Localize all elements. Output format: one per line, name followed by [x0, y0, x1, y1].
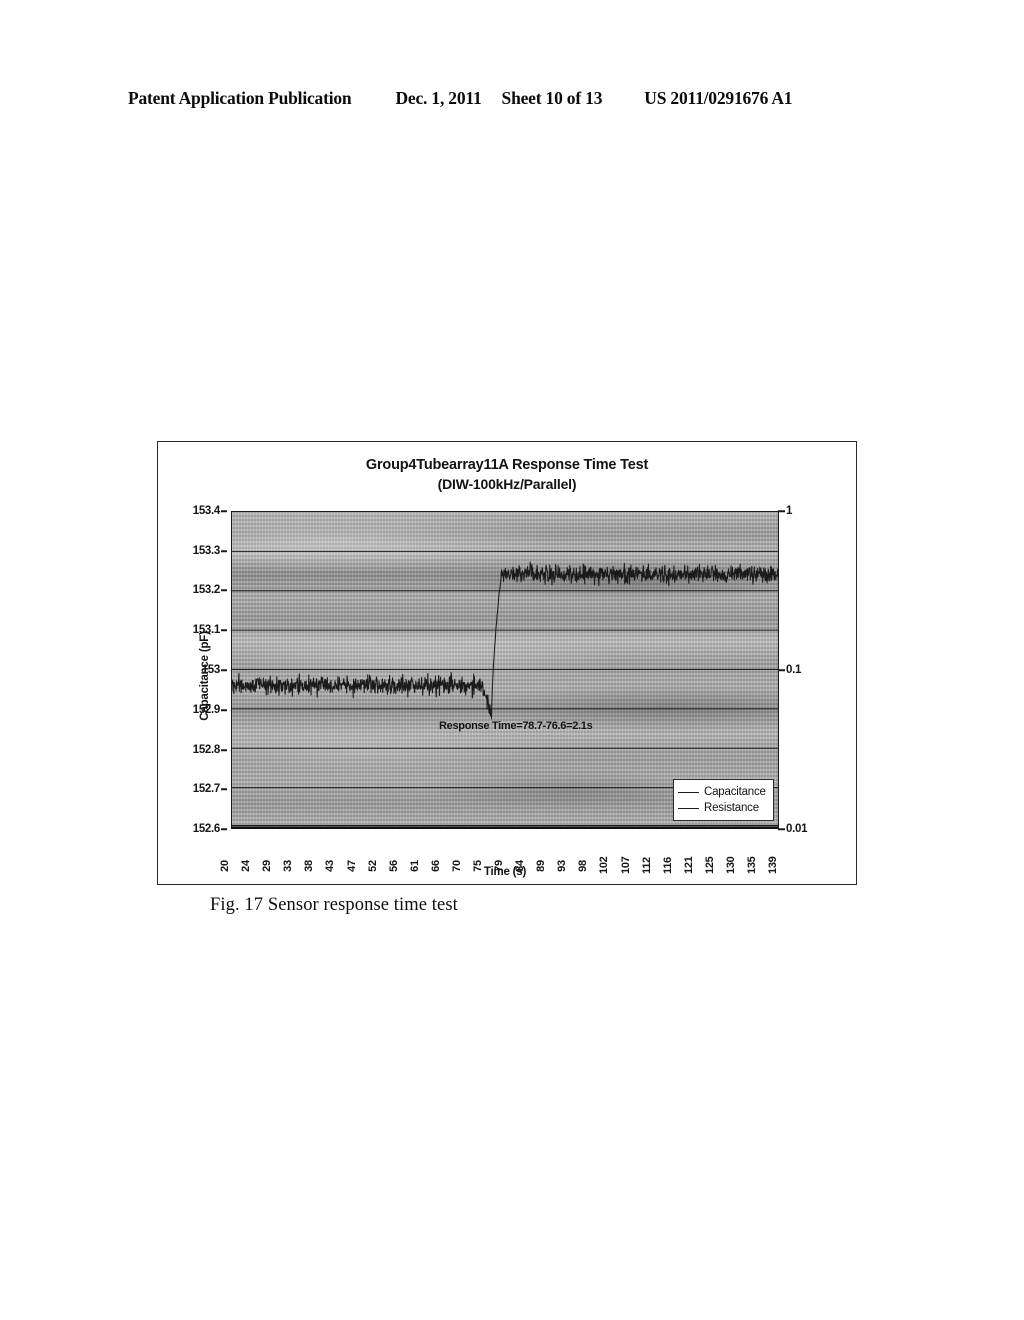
y-tick-label: 153.2	[162, 584, 227, 596]
x-axis-title: Time (s)	[483, 866, 527, 878]
y-tick-mark	[221, 788, 227, 790]
page-header: Patent Application Publication Dec. 1, 2…	[128, 88, 896, 114]
y2-tick-label: 0.1	[778, 664, 801, 676]
header-sheet-text: Sheet 10 of 13	[501, 88, 603, 108]
y-tick-mark	[221, 550, 227, 552]
chart-legend: Capacitance Resistance	[673, 779, 774, 821]
y-tick-mark	[221, 629, 227, 631]
response-time-annotation: Response Time=78.7-76.6=2.1s	[439, 720, 593, 732]
y-tick-mark	[221, 749, 227, 751]
y-tick-label: 152.9	[162, 704, 227, 716]
y2-tick-label: 0.01	[778, 823, 807, 835]
chart-title: Group4Tubearray11A Response Time Test	[365, 457, 649, 473]
y2-tick-mark	[778, 669, 785, 671]
y-tick-label: 152.7	[162, 783, 227, 795]
y2-tick-label: 1	[778, 505, 792, 517]
figure-caption: Fig. 17 Sensor response time test	[210, 895, 458, 915]
y-tick-mark	[221, 589, 227, 591]
header-publication-text: Patent Application Publication	[128, 88, 352, 108]
x-tick-label: 20	[219, 860, 231, 872]
legend-label-capacitance: Capacitance	[704, 786, 766, 798]
chart-figure: Group4Tubearray11A Response Time Test (D…	[157, 441, 857, 885]
chart-title-block: Group4Tubearray11A Response Time Test (D…	[158, 456, 856, 493]
y-tick-label: 153	[162, 664, 227, 676]
y-tick-mark	[221, 669, 227, 671]
y-tick-mark	[221, 510, 227, 512]
header-document-number: US 2011/0291676 A1	[644, 88, 793, 108]
y-tick-label: 152.8	[162, 744, 227, 756]
header-date-text: Dec. 1, 2011	[395, 88, 482, 108]
y2-tick-mark	[778, 828, 785, 830]
y-tick-label: 153.1	[162, 624, 227, 636]
legend-item-capacitance: Capacitance	[678, 784, 768, 800]
x-axis-tick-row: 20 24 29 33 38 43 47 52 56 61 66 70 75 79 84 89 93 98 102 1…	[219, 832, 779, 874]
legend-item-resistance: Resistance	[678, 800, 768, 816]
y-tick-mark	[221, 709, 227, 711]
legend-line-swatch-capacitance	[678, 791, 699, 793]
y-tick-label: 153.4	[162, 505, 227, 517]
y-tick-label: 152.6	[162, 823, 227, 835]
chart-subtitle: (DIW-100kHz/Parallel)	[437, 475, 577, 492]
legend-line-swatch-resistance	[678, 807, 699, 809]
y-tick-mark	[221, 828, 227, 830]
legend-label-resistance: Resistance	[704, 802, 759, 814]
y-tick-label: 153.3	[162, 545, 227, 557]
y2-tick-mark	[778, 510, 785, 512]
